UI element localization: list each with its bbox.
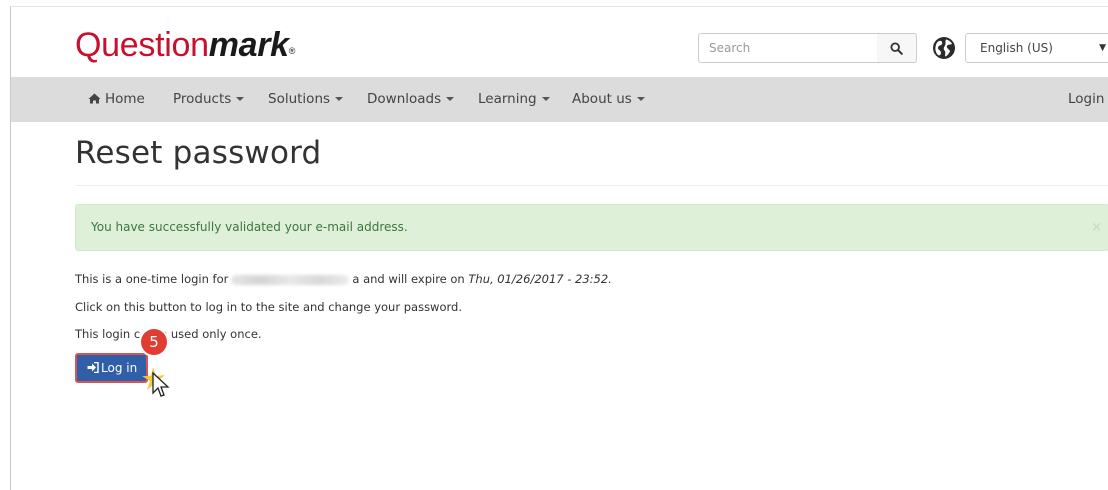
chevron-down-icon: ▼ — [1099, 43, 1106, 53]
message-line1-prefix: This is a one-time login for — [75, 272, 229, 286]
browser-page: Questionmark® English (US) ▼ Home Produc… — [10, 6, 1108, 490]
expiry-date: Thu, 01/26/2017 - 23:52. — [468, 272, 612, 286]
single-use-prefix: This login c — [75, 327, 141, 341]
nav-learning-label: Learning — [478, 91, 537, 107]
search-input[interactable] — [698, 33, 878, 63]
logo-registered-mark: ® — [288, 46, 296, 56]
nav-downloads-label: Downloads — [367, 91, 442, 107]
nav-item-solutions[interactable]: Solutions — [268, 77, 344, 122]
search-button[interactable] — [877, 33, 917, 63]
language-selected-value: English (US) — [980, 41, 1053, 55]
caret-down-icon — [446, 97, 455, 101]
success-alert: You have successfully validated your e-m… — [75, 204, 1108, 251]
nav-products-label: Products — [173, 91, 232, 107]
caret-down-icon — [636, 97, 645, 101]
logo-part-mark: mark — [208, 26, 289, 64]
title-divider — [75, 185, 1108, 186]
nav-item-downloads[interactable]: Downloads — [367, 77, 455, 122]
globe-icon[interactable] — [932, 36, 956, 60]
home-icon — [88, 93, 101, 104]
language-select[interactable]: English (US) ▼ — [965, 33, 1108, 63]
alert-message: You have successfully validated your e-m… — [91, 220, 408, 234]
sign-in-icon — [87, 361, 99, 374]
nav-item-home[interactable]: Home — [88, 77, 145, 122]
caret-down-icon — [541, 97, 550, 101]
nav-about-us-label: About us — [572, 91, 632, 107]
nav-home-label: Home — [105, 91, 145, 107]
message-line1-middle: a and will expire on — [352, 272, 465, 286]
main-navbar: Home Products Solutions Downloads Learni… — [11, 77, 1108, 122]
nav-item-about-us[interactable]: About us — [572, 77, 645, 122]
nav-login-link[interactable]: Login — [1068, 77, 1104, 122]
close-icon[interactable]: × — [1091, 205, 1102, 250]
instruction-message: Click on this button to log in to the si… — [75, 300, 462, 314]
caret-down-icon — [236, 97, 245, 101]
single-use-message: This login c e used only once. — [75, 327, 262, 341]
page-title: Reset password — [75, 135, 322, 171]
nav-item-products[interactable]: Products — [173, 77, 245, 122]
nav-item-learning[interactable]: Learning — [478, 77, 550, 122]
click-cursor-icon — [142, 367, 170, 397]
questionmark-logo[interactable]: Questionmark® — [75, 25, 295, 65]
log-in-label: Log in — [101, 361, 138, 375]
step-number-badge: 5 — [141, 329, 167, 355]
header: Questionmark® English (US) ▼ — [11, 7, 1108, 77]
log-in-button[interactable]: Log in — [75, 353, 148, 383]
nav-solutions-label: Solutions — [268, 91, 331, 107]
caret-down-icon — [335, 97, 344, 101]
single-use-suffix: e used only once. — [160, 327, 262, 341]
redacted-email — [231, 274, 350, 285]
search-icon — [890, 41, 903, 55]
one-time-login-message: This is a one-time login for a and will e… — [75, 272, 612, 286]
logo-part-question: Question — [75, 26, 209, 64]
